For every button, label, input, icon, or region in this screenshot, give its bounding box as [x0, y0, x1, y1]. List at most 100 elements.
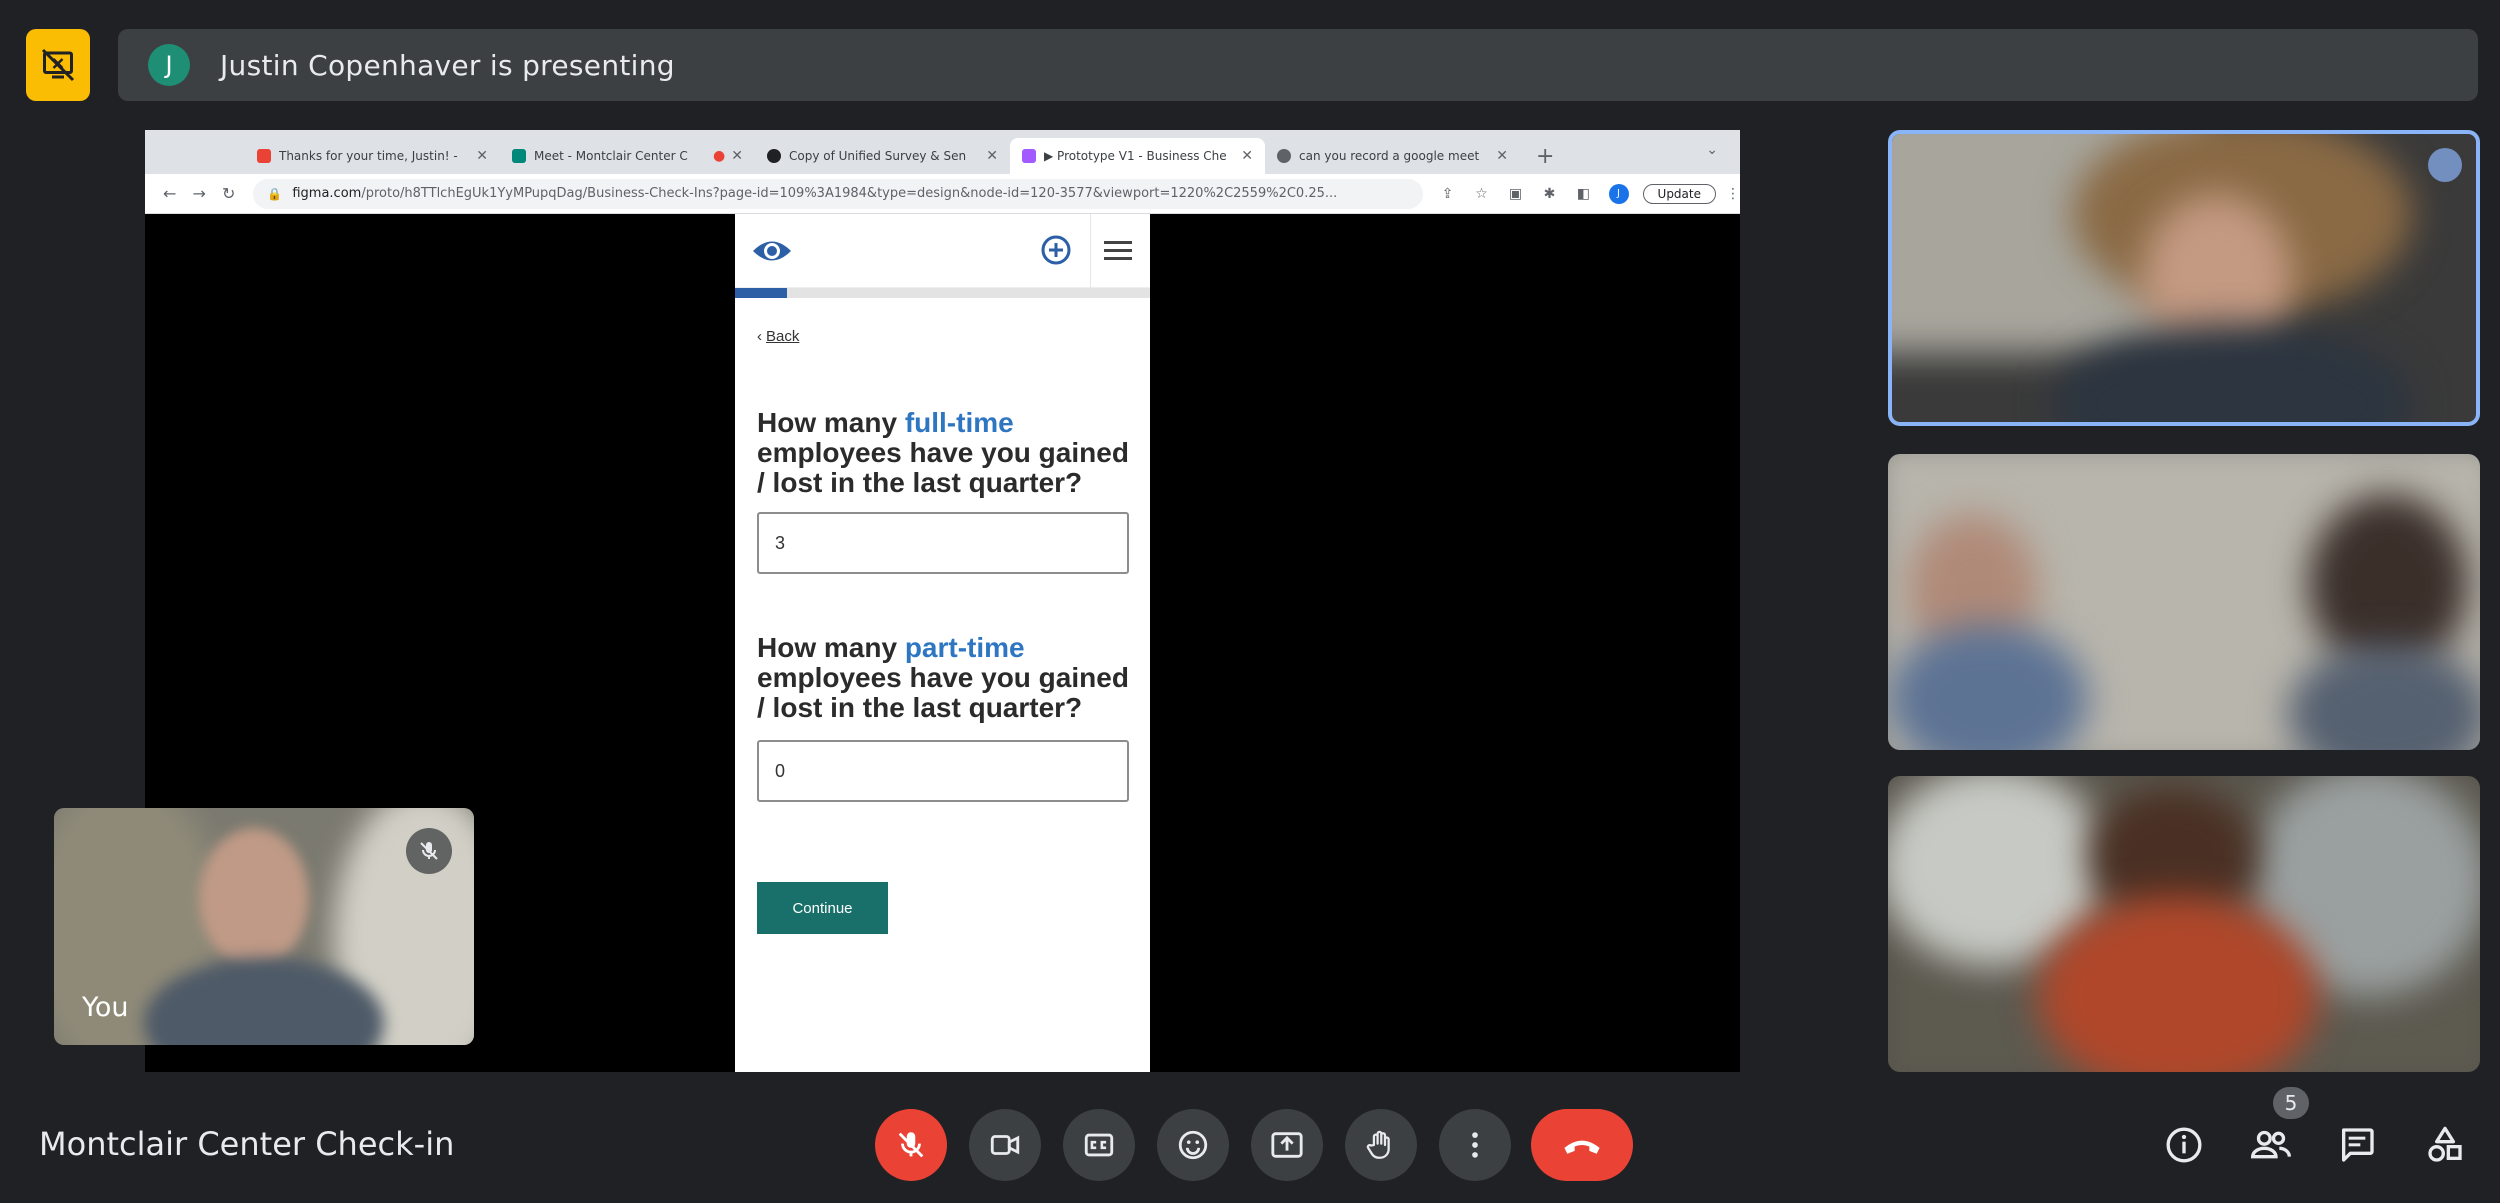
browser-tab-active[interactable]: ▶ Prototype V1 - Business Che ✕ — [1010, 138, 1265, 174]
people-button[interactable] — [2244, 1118, 2298, 1172]
people-icon — [2250, 1130, 2291, 1159]
back-arrow-icon[interactable]: ← — [155, 184, 184, 203]
captions-button[interactable] — [1063, 1109, 1135, 1181]
chat-icon — [2342, 1128, 2374, 1162]
tab-label: ▶ Prototype V1 - Business Che — [1044, 149, 1227, 163]
close-icon[interactable]: ✕ — [1241, 148, 1253, 164]
close-icon[interactable]: ✕ — [731, 148, 743, 164]
reload-icon[interactable]: ↻ — [214, 184, 243, 203]
self-view-tile[interactable]: You — [54, 808, 474, 1045]
speaking-indicator-icon — [2428, 148, 2462, 182]
question-text: employees have you gained / lost in the … — [757, 662, 1129, 723]
info-icon — [2166, 1127, 2202, 1163]
add-circle-icon[interactable] — [1040, 234, 1072, 266]
more-options-button[interactable] — [1439, 1109, 1511, 1181]
forward-arrow-icon[interactable]: → — [184, 184, 213, 203]
browser-tab[interactable]: Thanks for your time, Justin! - ✕ — [245, 138, 500, 174]
close-icon[interactable]: ✕ — [1496, 148, 1508, 164]
progress-bar — [735, 288, 1150, 298]
lock-icon: 🔒 — [267, 186, 283, 201]
header-divider — [1090, 214, 1091, 288]
reactions-button[interactable] — [1157, 1109, 1229, 1181]
back-link[interactable]: ‹ Back — [757, 328, 799, 345]
continue-button[interactable]: Continue — [757, 882, 888, 934]
prototype-frame: ‹ Back How many full-time employees have … — [735, 214, 1150, 1072]
address-bar: ← → ↻ 🔒 figma.com/proto/h8TTlchEgUk1YyMP… — [145, 174, 1740, 214]
more-vert-icon — [1472, 1132, 1478, 1158]
emoji-icon — [1178, 1130, 1208, 1160]
tab-label: Thanks for your time, Justin! - — [279, 149, 458, 163]
question-part-time: How many part-time employees have you ga… — [757, 633, 1137, 723]
closed-caption-icon — [1084, 1133, 1114, 1157]
url-field[interactable]: 🔒 figma.com/proto/h8TTlchEgUk1YyMPupqDag… — [253, 178, 1423, 209]
question-text: How many — [757, 407, 905, 438]
participant-count-badge: 5 — [2273, 1087, 2309, 1119]
videocam-icon — [990, 1135, 1020, 1155]
self-view-label: You — [82, 992, 129, 1023]
more-vert-icon[interactable]: ⋮ — [1726, 186, 1740, 202]
profile-avatar[interactable]: J — [1608, 183, 1629, 204]
chevron-left-icon: ‹ — [757, 328, 762, 345]
sidepanel-icon[interactable]: ◧ — [1567, 186, 1601, 202]
participant-tile[interactable] — [1888, 776, 2480, 1072]
activities-button[interactable] — [2418, 1118, 2472, 1172]
share-icon[interactable]: ⇪ — [1431, 186, 1465, 202]
raise-hand-button[interactable] — [1345, 1109, 1417, 1181]
video-blur — [199, 828, 309, 968]
eye-logo-icon — [753, 241, 791, 261]
question-highlight: full-time — [904, 407, 1014, 438]
menu-icon[interactable] — [1103, 238, 1133, 262]
close-icon[interactable]: ✕ — [986, 148, 998, 164]
participant-tile[interactable] — [1888, 454, 2480, 750]
full-time-input[interactable]: 3 — [757, 512, 1129, 574]
call-end-icon — [1564, 1140, 1600, 1154]
chevron-down-icon[interactable]: ⌄ — [1706, 142, 1718, 158]
chat-button[interactable] — [2330, 1118, 2384, 1172]
shapes-icon — [2428, 1126, 2462, 1162]
stop-presenting-button[interactable] — [26, 29, 90, 101]
extension-icon[interactable]: ▣ — [1499, 186, 1533, 202]
browser-tab[interactable]: can you record a google meet ✕ — [1265, 138, 1520, 174]
present-now-button[interactable] — [1251, 1109, 1323, 1181]
mic-off-icon — [406, 828, 452, 874]
hand-icon — [1366, 1130, 1390, 1159]
progress-fill — [735, 288, 787, 298]
tab-label: can you record a google meet — [1299, 149, 1480, 163]
gmail-icon — [257, 149, 271, 163]
meeting-details-button[interactable] — [2157, 1118, 2211, 1172]
question-text: employees have you gained / lost in the … — [757, 437, 1129, 498]
survey-icon — [767, 149, 781, 163]
mic-toggle-button[interactable] — [875, 1109, 947, 1181]
back-label: Back — [766, 328, 800, 345]
update-button[interactable]: Update — [1642, 183, 1716, 204]
figma-icon — [1022, 149, 1036, 163]
browser-tab[interactable]: Copy of Unified Survey & Sen ✕ — [755, 138, 1010, 174]
prototype-header — [735, 214, 1150, 288]
camera-toggle-button[interactable] — [969, 1109, 1041, 1181]
question-text: How many — [757, 632, 905, 663]
browser-tab-strip: Thanks for your time, Justin! - ✕ Meet -… — [145, 130, 1740, 174]
question-highlight: part-time — [904, 632, 1025, 663]
close-icon[interactable]: ✕ — [476, 148, 488, 164]
presenting-text: Justin Copenhaver is presenting — [220, 48, 675, 82]
puzzle-icon[interactable]: ✱ — [1533, 186, 1567, 202]
meeting-title: Montclair Center Check-in — [39, 1125, 455, 1163]
mic-off-icon — [898, 1132, 924, 1158]
present-off-icon — [41, 48, 75, 82]
part-time-input[interactable]: 0 — [757, 740, 1129, 802]
star-icon[interactable]: ☆ — [1465, 186, 1499, 202]
presenter-avatar: J — [148, 44, 190, 86]
leave-call-button[interactable] — [1531, 1109, 1633, 1181]
tab-label: Copy of Unified Survey & Sen — [789, 149, 967, 163]
question-full-time: How many full-time employees have you ga… — [757, 408, 1137, 498]
participant-tile[interactable] — [1888, 130, 2480, 426]
url-host: figma.com — [292, 186, 362, 201]
google-icon — [1277, 149, 1291, 163]
meet-icon — [512, 149, 526, 163]
tab-label: Meet - Montclair Center C — [534, 149, 688, 163]
new-tab-icon[interactable]: + — [1536, 138, 1554, 174]
present-to-all-icon — [1271, 1132, 1303, 1158]
presenting-banner: J Justin Copenhaver is presenting — [118, 29, 2478, 101]
browser-tab[interactable]: Meet - Montclair Center C ● ✕ — [500, 138, 755, 174]
recording-dot-icon: ● — [713, 148, 726, 164]
